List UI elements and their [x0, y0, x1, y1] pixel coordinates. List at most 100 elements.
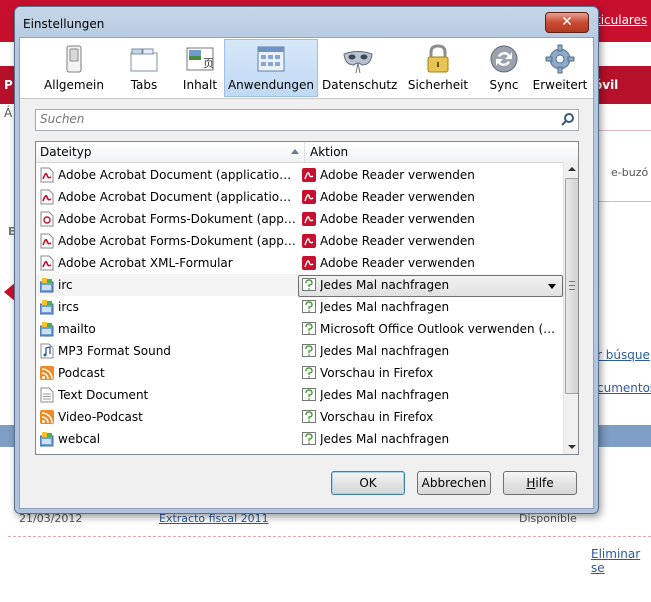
action-label[interactable]: Jedes Mal nachfragen	[320, 278, 556, 292]
adobe-reader-icon	[302, 189, 316, 205]
action-label: Jedes Mal nachfragen	[320, 432, 450, 446]
tab-label: Tabs	[130, 78, 158, 92]
list-item[interactable]: webcal Jedes Mal nachfragen	[36, 428, 563, 450]
tab-erweitert[interactable]: Erweitert	[532, 40, 588, 96]
ask-icon	[302, 431, 316, 447]
help-label-rest: ilfe	[535, 476, 554, 490]
tab-label: Anwendungen	[227, 78, 315, 92]
adobe-reader-icon	[302, 255, 316, 271]
switch-icon	[58, 43, 90, 75]
applications-list: Dateityp Aktion Adobe Acrobat Document (…	[35, 141, 579, 455]
pdf-file-icon	[40, 167, 54, 183]
app-icon	[39, 299, 54, 315]
tab-datenschutz[interactable]: Datenschutz	[322, 40, 397, 96]
file-type-label: Text Document	[58, 388, 149, 402]
ok-button[interactable]: OK	[331, 471, 405, 495]
list-item[interactable]: Adobe Acrobat Document (application/PD..…	[36, 164, 563, 186]
column-separator[interactable]	[304, 142, 305, 162]
list-item[interactable]: mailto Microsoft Office Outlook verwenden…	[36, 318, 563, 340]
list-item[interactable]: irc Jedes Mal nachfragen	[36, 274, 563, 297]
file-type-label: MP3 Format Sound	[58, 344, 171, 358]
scroll-thumb[interactable]	[565, 178, 578, 394]
search-box	[35, 109, 579, 131]
background-top-link[interactable]: ticulares	[596, 13, 647, 27]
scroll-up-icon[interactable]	[568, 167, 576, 171]
background-delete-link[interactable]: Eliminar se	[591, 547, 651, 575]
tab-label: Erweitert	[532, 78, 588, 92]
tab-anwendungen[interactable]: Anwendungen	[224, 39, 318, 97]
pdf-file-icon	[40, 255, 54, 271]
scroll-down-icon[interactable]	[568, 445, 576, 449]
sort-ascending-icon	[291, 149, 299, 154]
tab-sync[interactable]: Sync	[481, 40, 527, 96]
tab-label: Sicherheit	[407, 78, 469, 92]
rss-icon	[40, 365, 54, 381]
mask-icon	[342, 43, 374, 75]
help-button[interactable]: Hilfe	[503, 471, 577, 495]
ask-icon	[302, 343, 316, 359]
column-header-action[interactable]: Aktion	[310, 145, 348, 159]
list-item[interactable]: ircs Jedes Mal nachfragen	[36, 296, 563, 318]
background-search-link[interactable]: r búsque	[597, 348, 650, 362]
tab-label: Allgemein	[44, 78, 104, 92]
adobe-reader-icon	[302, 167, 316, 183]
file-type-label: Adobe Acrobat Document (application/pdf)	[58, 190, 298, 204]
list-item[interactable]: Video-Podcast Vorschau in Firefox	[36, 406, 563, 428]
list-item[interactable]: MP3 Format Sound Jedes Mal nachfragen	[36, 340, 563, 362]
list-item[interactable]: Adobe Acrobat Document (application/pdf)…	[36, 186, 563, 208]
action-label: Jedes Mal nachfragen	[320, 344, 450, 358]
dialog-title: Einstellungen	[23, 17, 105, 31]
file-type-label: Adobe Acrobat Document (application/PD..…	[58, 168, 298, 182]
tab-inhalt[interactable]: 页 Inhalt	[172, 40, 228, 96]
list-scrollbar[interactable]	[563, 162, 578, 454]
action-label: Vorschau in Firefox	[320, 410, 434, 424]
pdf-file-icon	[40, 189, 54, 205]
tab-label: Sync	[489, 78, 519, 92]
action-label: Jedes Mal nachfragen	[320, 300, 450, 314]
background-nav-left[interactable]: P	[4, 78, 13, 92]
file-type-label: Adobe Acrobat Forms-Dokument (applica...	[58, 234, 298, 248]
preferences-toolbar: Allgemein Tabs 页 Inhalt Anwendungen Date…	[20, 38, 593, 99]
applications-icon	[255, 43, 287, 75]
lock-icon	[422, 43, 454, 75]
list-item[interactable]: Adobe Acrobat XML-Formular Adobe Reader v…	[36, 252, 563, 274]
tab-sicherheit[interactable]: Sicherheit	[405, 40, 471, 96]
tab-allgemein[interactable]: Allgemein	[38, 40, 110, 96]
gear-icon	[544, 43, 576, 75]
file-type-label: Video-Podcast	[58, 410, 143, 424]
search-input[interactable]	[36, 110, 540, 128]
cancel-button[interactable]: Abbrechen	[417, 471, 491, 495]
list-item[interactable]: Adobe Acrobat Forms-Dokument (applica...…	[36, 208, 563, 230]
background-documents-link[interactable]: cumentos	[597, 381, 651, 395]
text-file-icon	[40, 387, 54, 403]
audio-file-icon	[40, 343, 54, 359]
list-item[interactable]: Adobe Acrobat Forms-Dokument (applica...…	[36, 230, 563, 252]
tab-label: Inhalt	[182, 78, 218, 92]
search-icon[interactable]	[561, 112, 575, 126]
file-type-label: ircs	[58, 300, 79, 314]
background-left-letter: Á	[4, 106, 13, 120]
ask-icon	[302, 277, 316, 293]
dialog-client-area: Allgemein Tabs 页 Inhalt Anwendungen Date…	[19, 37, 594, 509]
app-icon	[39, 321, 54, 337]
pdf-file-icon	[40, 233, 54, 249]
adobe-reader-icon	[302, 211, 316, 227]
action-label: Vorschau in Firefox	[320, 366, 434, 380]
action-label: Adobe Reader verwenden	[320, 190, 475, 204]
background-divider	[8, 536, 651, 537]
file-type-label: Podcast	[58, 366, 105, 380]
list-item[interactable]: Podcast Vorschau in Firefox	[36, 362, 563, 384]
close-button[interactable]: ✕	[545, 12, 589, 33]
tab-tabs[interactable]: Tabs	[116, 40, 172, 96]
list-item[interactable]: Text Document Jedes Mal nachfragen	[36, 384, 563, 406]
list-header: Dateityp Aktion	[36, 142, 578, 163]
ask-icon	[302, 365, 316, 381]
rss-icon	[40, 409, 54, 425]
svg-text:页: 页	[203, 57, 214, 70]
column-header-type[interactable]: Dateityp	[40, 145, 91, 159]
settings-dialog: Einstellungen ✕ Allgemein Tabs 页 Inhalt …	[14, 6, 599, 514]
file-type-label: Adobe Acrobat XML-Formular	[58, 256, 233, 270]
grip-icon	[569, 281, 575, 290]
file-type-label: Adobe Acrobat Forms-Dokument (applica...	[58, 212, 298, 226]
action-label: Microsoft Office Outlook verwenden (Stan…	[320, 322, 556, 336]
